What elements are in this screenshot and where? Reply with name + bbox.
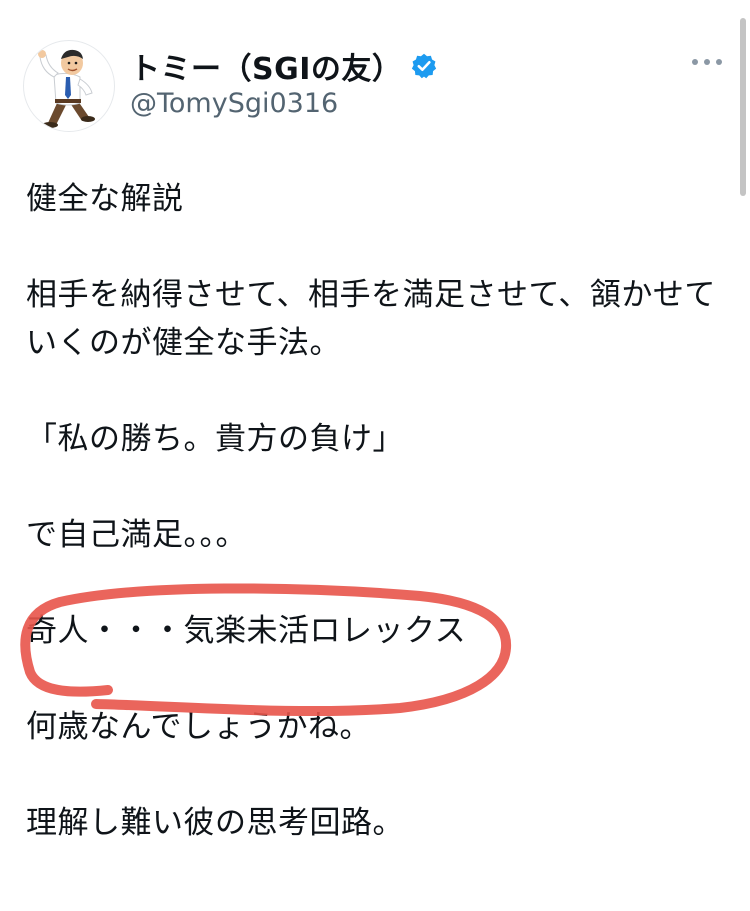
author-name-row[interactable]: トミー（SGIの友）: [130, 48, 438, 87]
tweet-line: 「私の勝ち。貴方の負け」: [26, 421, 404, 457]
verified-badge-icon[interactable]: [410, 52, 438, 80]
author-handle[interactable]: @TomySgi0316: [130, 88, 338, 119]
tweet-line: で自己満足。。。: [26, 517, 247, 553]
tweet-line: いくのが健全な手法。: [26, 325, 341, 361]
author-display-name[interactable]: トミー（SGIの友）: [130, 44, 402, 88]
tweet-view: トミー（SGIの友） @TomySgi0316 健全な解説 相手を納得させて、相…: [0, 0, 750, 911]
tweet-header: トミー（SGIの友） @TomySgi0316: [0, 0, 750, 140]
tweet-line: 健全な解説: [26, 181, 184, 217]
more-horizontal-icon[interactable]: [692, 54, 722, 70]
tweet-line: 相手を納得させて、相手を満足させて、頷かせて: [26, 277, 716, 313]
tweet-line-highlighted: 奇人・・・気楽未活ロレックス: [26, 613, 467, 649]
tweet-line: 何歳なんでしょうかね。: [26, 709, 371, 745]
tweet-text: 健全な解説 相手を納得させて、相手を満足させて、頷かせて いくのが健全な手法。 …: [26, 175, 726, 847]
avatar[interactable]: [23, 40, 115, 132]
cartoon-man-avatar-icon: [38, 49, 95, 128]
tweet-line: 理解し難い彼の思考回路。: [26, 805, 404, 841]
